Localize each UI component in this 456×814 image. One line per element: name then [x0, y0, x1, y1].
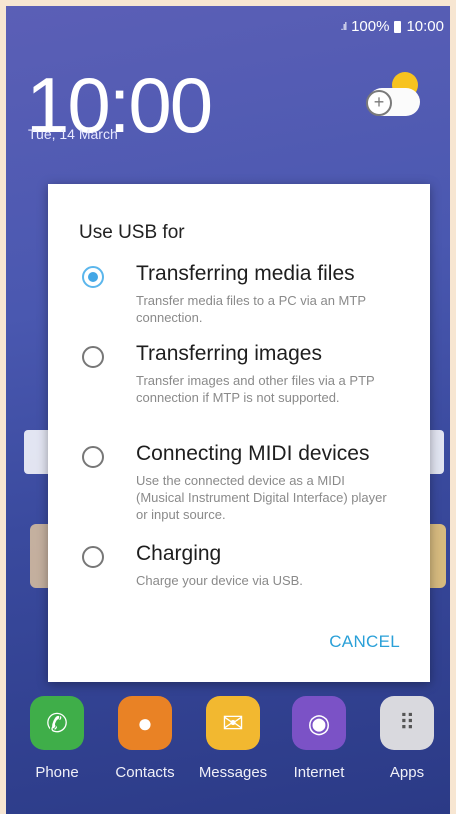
dock-app-contacts[interactable]: ● Contacts [102, 696, 188, 781]
status-time: 10:00 [406, 18, 444, 35]
messages-icon: ✉ [206, 696, 260, 750]
battery-percentage: 100% [351, 18, 390, 35]
signal-icon: .ıl [340, 20, 347, 33]
status-bar: .ıl 100% 10:00 [341, 18, 444, 35]
dock-app-label: Internet [293, 764, 345, 781]
app-dock: ✆ Phone ● Contacts ✉ Messages ◉ Internet… [6, 696, 450, 806]
dock-app-apps[interactable]: ⠿ Apps [364, 696, 450, 781]
option-title: Connecting MIDI devices [136, 442, 370, 465]
dock-app-label: Messages [198, 764, 268, 781]
dock-app-label: Phone [35, 764, 79, 781]
dialog-title: Use USB for [79, 222, 185, 243]
phone-icon: ✆ [30, 696, 84, 750]
home-screen: .ıl 100% 10:00 10:00 Tue, 14 March + ✆ P… [6, 6, 450, 814]
radio-selected-icon[interactable] [82, 266, 104, 288]
option-title: Transferring media files [136, 262, 355, 285]
option-title: Transferring images [136, 342, 322, 365]
apps-icon: ⠿ [380, 696, 434, 750]
radio-icon[interactable] [82, 546, 104, 568]
contacts-icon: ● [118, 696, 172, 750]
option-description: Charge your device via USB. [136, 573, 303, 588]
option-title: Charging [136, 542, 222, 565]
dock-app-internet[interactable]: ◉ Internet [276, 696, 362, 781]
dock-app-phone[interactable]: ✆ Phone [14, 696, 100, 781]
lockscreen-date: Tue, 14 March [28, 126, 118, 142]
dock-app-label: Contacts [115, 764, 175, 781]
option-description: Transfer media files to a PC via an MTP … [136, 293, 366, 325]
internet-icon: ◉ [292, 696, 346, 750]
dock-app-messages[interactable]: ✉ Messages [190, 696, 276, 781]
cancel-button[interactable]: CANCEL [329, 632, 400, 652]
add-weather-icon: + [366, 90, 392, 116]
radio-icon[interactable] [82, 346, 104, 368]
radio-icon[interactable] [82, 446, 104, 468]
usb-mode-dialog: Use USB for Transferring media files Tra… [48, 184, 430, 682]
option-description: Use the connected device as a MIDI (Musi… [136, 473, 387, 522]
option-description: Transfer images and other files via a PT… [136, 373, 375, 405]
battery-icon [394, 20, 402, 33]
weather-widget[interactable]: + [362, 66, 434, 126]
dock-app-label: Apps [389, 764, 425, 781]
